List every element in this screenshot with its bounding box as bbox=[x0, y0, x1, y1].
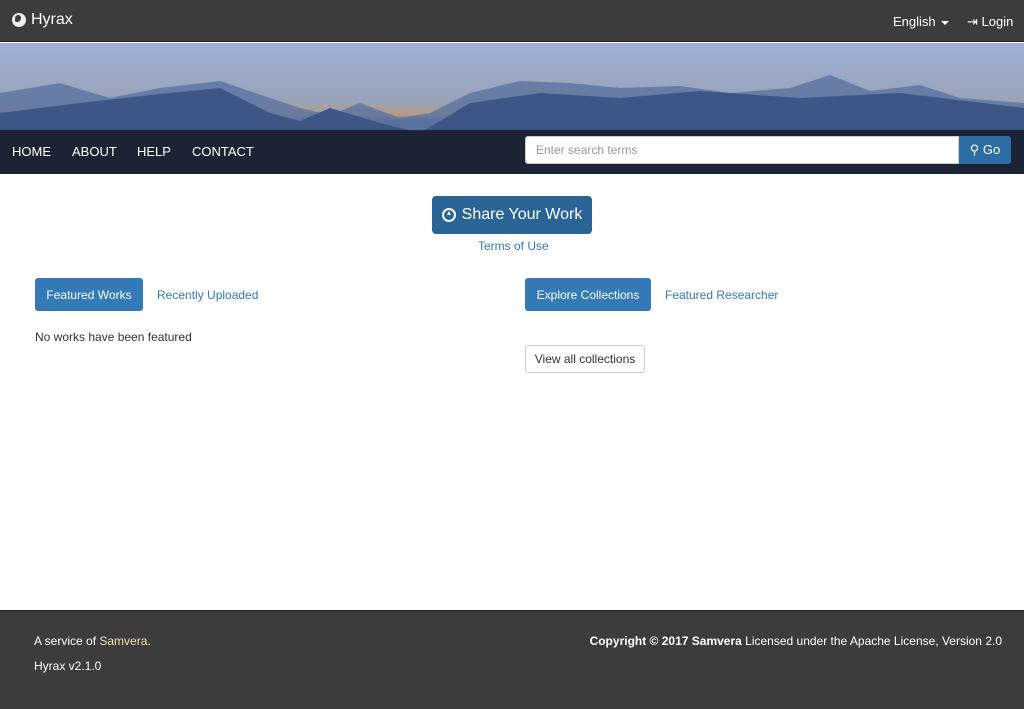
nav-about[interactable]: ABOUT bbox=[72, 144, 117, 159]
language-dropdown[interactable]: English bbox=[893, 14, 949, 29]
login-label: Login bbox=[981, 14, 1014, 29]
tab-featured-works[interactable]: Featured Works bbox=[35, 278, 143, 311]
search-go-button[interactable]: ⚲ Go bbox=[959, 136, 1011, 164]
tab-featured-researcher[interactable]: Featured Researcher bbox=[665, 288, 778, 302]
nav-help[interactable]: HELP bbox=[137, 144, 171, 159]
upload-icon bbox=[441, 208, 456, 222]
service-prefix: A service of bbox=[34, 634, 100, 648]
copyright-text: Copyright © 2017 Samvera Licensed under … bbox=[590, 634, 1002, 648]
share-label: Share Your Work bbox=[461, 206, 583, 223]
login-icon: ⇥ bbox=[967, 14, 978, 29]
main-nav: HOME ABOUT HELP CONTACT ⚲ Go bbox=[0, 130, 1024, 174]
search-input[interactable] bbox=[525, 136, 959, 164]
language-label: English bbox=[893, 14, 936, 29]
service-text: A service of Samvera. bbox=[34, 634, 151, 648]
license-link[interactable]: Licensed under the Apache License, Versi… bbox=[742, 634, 1002, 648]
service-suffix: . bbox=[147, 634, 151, 648]
caret-down-icon bbox=[940, 20, 949, 25]
login-link[interactable]: ⇥ Login bbox=[967, 14, 1013, 30]
no-works-message: No works have been featured bbox=[35, 330, 192, 344]
go-label: Go bbox=[982, 142, 1001, 157]
search-icon: ⚲ bbox=[969, 142, 980, 157]
top-navbar: Hyrax English ⇥ Login bbox=[0, 0, 1024, 42]
brand-name: Hyrax bbox=[31, 11, 73, 28]
globe-icon bbox=[12, 13, 26, 27]
terms-of-use-link[interactable]: Terms of Use bbox=[478, 239, 549, 253]
tab-explore-collections[interactable]: Explore Collections bbox=[525, 278, 651, 311]
share-your-work-button[interactable]: Share Your Work bbox=[432, 196, 592, 234]
version-text: Hyrax v2.1.0 bbox=[34, 659, 102, 673]
brand-link[interactable]: Hyrax bbox=[12, 11, 73, 29]
copyright: Copyright © 2017 Samvera bbox=[589, 634, 742, 648]
nav-home[interactable]: HOME bbox=[12, 144, 51, 159]
footer: A service of Samvera. Hyrax v2.1.0 Copyr… bbox=[0, 610, 1024, 709]
samvera-link[interactable]: Samvera bbox=[99, 634, 147, 648]
nav-contact[interactable]: CONTACT bbox=[192, 144, 254, 159]
view-all-collections-button[interactable]: View all collections bbox=[525, 345, 645, 373]
banner-image: HOME ABOUT HELP CONTACT ⚲ Go bbox=[0, 43, 1024, 174]
tab-recently-uploaded[interactable]: Recently Uploaded bbox=[157, 288, 258, 302]
